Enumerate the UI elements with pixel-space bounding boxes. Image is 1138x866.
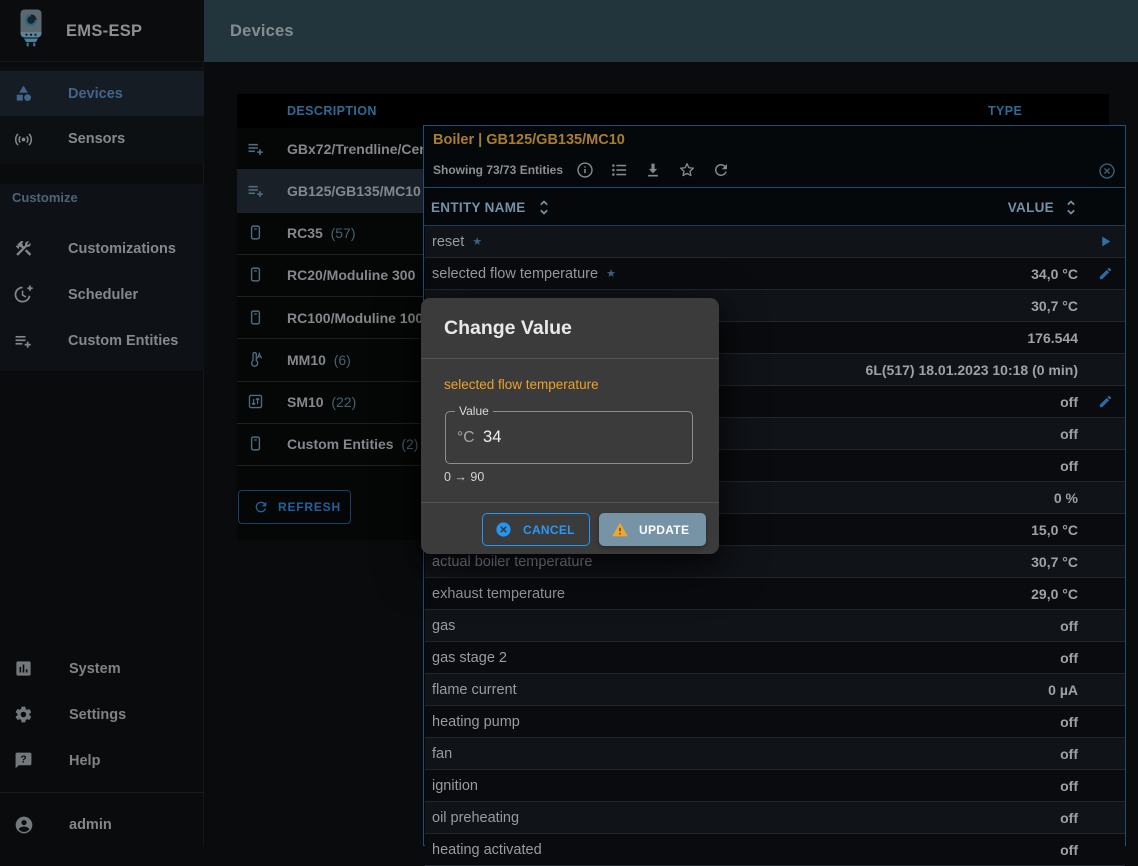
svg-text:?: ? (20, 754, 26, 765)
